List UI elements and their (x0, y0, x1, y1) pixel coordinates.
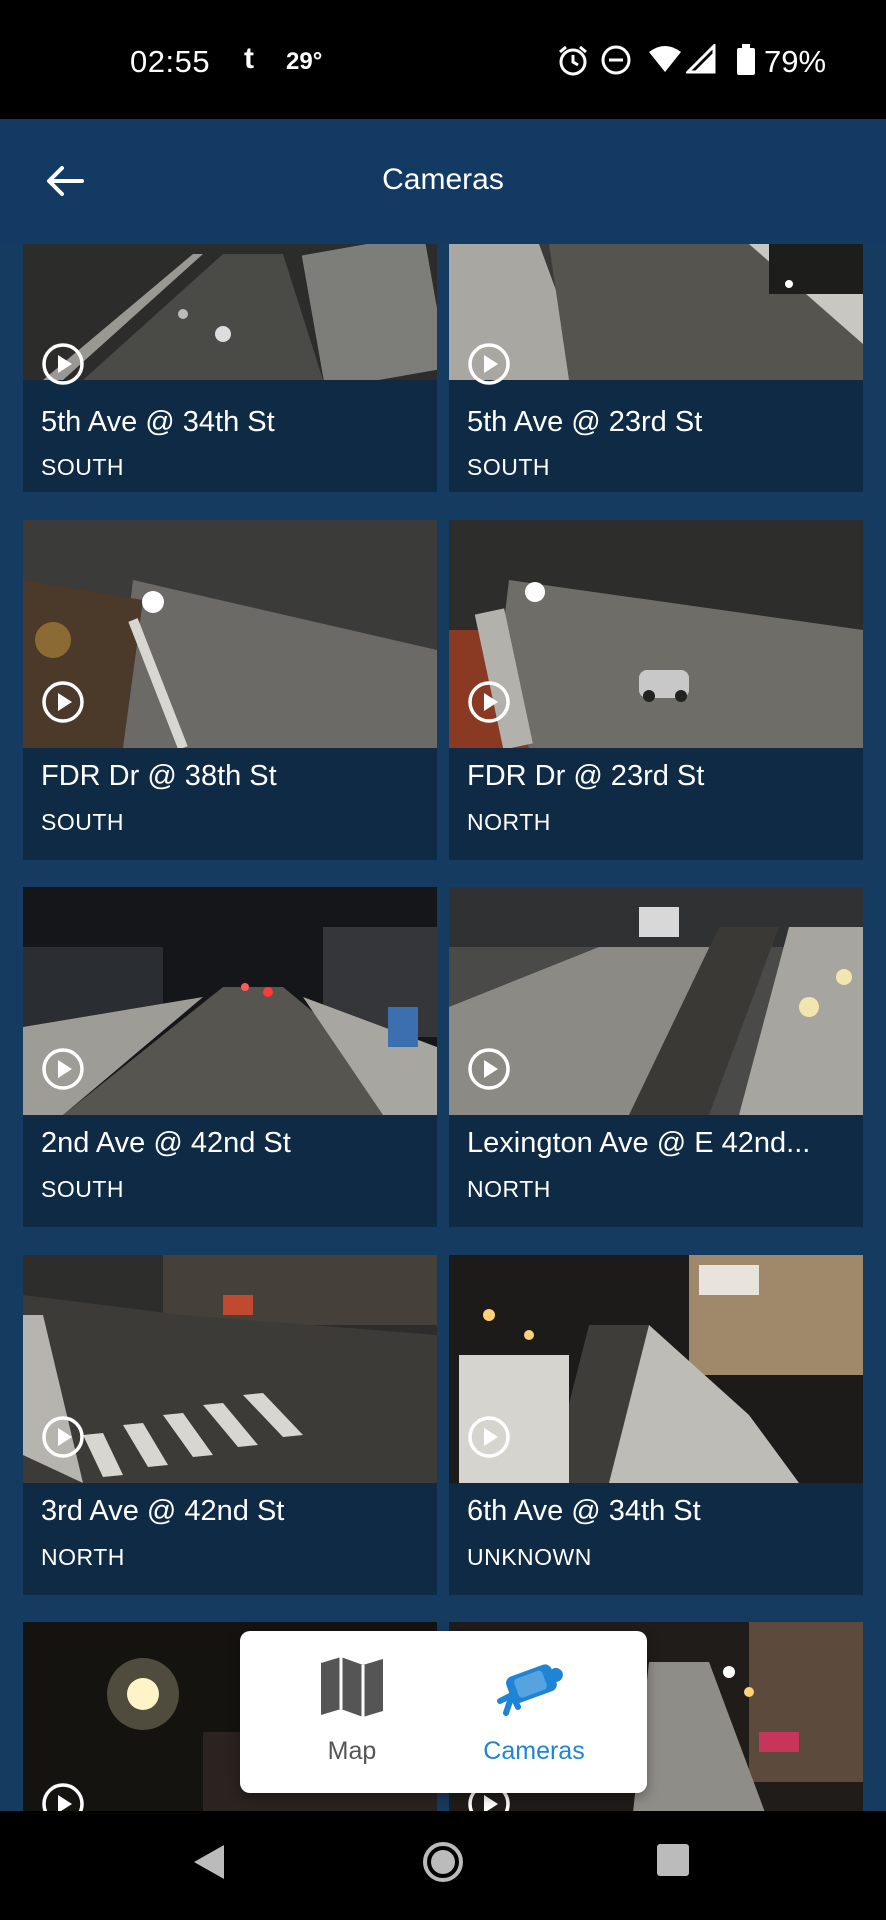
camera-card[interactable]: 3rd Ave @ 42nd St NORTH (23, 1255, 437, 1595)
camera-icon (497, 1664, 563, 1716)
camera-name: FDR Dr @ 38th St (41, 760, 277, 792)
map-icon (321, 1657, 383, 1717)
camera-direction: NORTH (467, 1176, 551, 1202)
camera-direction: SOUTH (467, 454, 550, 480)
battery-percentage: 79% (764, 44, 827, 79)
play-icon[interactable] (41, 1782, 85, 1811)
tab-map-label: Map (327, 1737, 377, 1765)
camera-direction: SOUTH (41, 454, 124, 480)
camera-card[interactable]: 5th Ave @ 23rd St SOUTH (449, 244, 863, 492)
camera-card[interactable]: 2nd Ave @ 42nd St SOUTH (23, 887, 437, 1227)
camera-thumbnail[interactable] (23, 1255, 437, 1483)
battery-icon (737, 44, 755, 75)
camera-thumbnail[interactable] (449, 1255, 863, 1483)
play-icon[interactable] (467, 1047, 511, 1091)
play-icon[interactable] (467, 342, 511, 386)
camera-list[interactable]: 5th Ave @ 34th St SOUTH 5th Ave @ 23rd S… (0, 244, 886, 1811)
status-temperature: 29° (286, 48, 323, 75)
status-icons: 79% (556, 40, 886, 80)
camera-thumbnail[interactable] (449, 244, 863, 380)
status-time: 02:55 (130, 44, 211, 79)
camera-card[interactable]: FDR Dr @ 23rd St NORTH (449, 520, 863, 860)
camera-name: 2nd Ave @ 42nd St (41, 1127, 291, 1159)
bottom-tab-bar: Map Cameras (240, 1631, 647, 1793)
play-icon[interactable] (41, 1047, 85, 1091)
play-icon[interactable] (41, 342, 85, 386)
camera-card[interactable]: Lexington Ave @ E 42nd... NORTH (449, 887, 863, 1227)
wifi-icon (649, 46, 681, 72)
camera-thumbnail[interactable] (449, 887, 863, 1115)
play-icon[interactable] (467, 680, 511, 724)
alarm-icon (559, 45, 587, 76)
status-bar: 02:55 t 29° 79% (0, 0, 886, 119)
camera-thumbnail[interactable] (23, 887, 437, 1115)
camera-thumbnail[interactable] (23, 520, 437, 748)
notification-t-icon: t (244, 42, 254, 75)
camera-name: FDR Dr @ 23rd St (467, 760, 705, 792)
camera-direction: NORTH (467, 809, 551, 835)
play-icon[interactable] (467, 1415, 511, 1459)
camera-thumbnail[interactable] (23, 244, 437, 380)
camera-direction: SOUTH (41, 809, 124, 835)
nav-back-icon[interactable] (192, 1843, 226, 1881)
system-nav-bar (0, 1811, 886, 1920)
camera-card[interactable]: 6th Ave @ 34th St UNKNOWN (449, 1255, 863, 1595)
camera-name: 3rd Ave @ 42nd St (41, 1495, 285, 1527)
camera-direction: SOUTH (41, 1176, 124, 1202)
camera-name: 5th Ave @ 34th St (41, 406, 275, 438)
tab-cameras[interactable]: Cameras (444, 1631, 624, 1793)
signal-icon (686, 44, 716, 74)
camera-direction: UNKNOWN (467, 1544, 592, 1570)
camera-card[interactable]: FDR Dr @ 38th St SOUTH (23, 520, 437, 860)
page-title: Cameras (382, 163, 504, 196)
play-icon[interactable] (41, 680, 85, 724)
do-not-disturb-icon (601, 45, 631, 75)
camera-name: 6th Ave @ 34th St (467, 1495, 701, 1527)
camera-card[interactable]: 5th Ave @ 34th St SOUTH (23, 244, 437, 492)
camera-thumbnail[interactable] (449, 520, 863, 748)
tab-cameras-label: Cameras (483, 1737, 585, 1765)
camera-name: Lexington Ave @ E 42nd... (467, 1127, 811, 1159)
play-icon[interactable] (41, 1415, 85, 1459)
camera-name: 5th Ave @ 23rd St (467, 406, 703, 438)
nav-home-icon[interactable] (422, 1841, 464, 1883)
nav-recents-icon[interactable] (656, 1843, 690, 1877)
camera-direction: NORTH (41, 1544, 125, 1570)
app-header: Cameras (0, 119, 886, 244)
tab-map[interactable]: Map (262, 1631, 442, 1793)
